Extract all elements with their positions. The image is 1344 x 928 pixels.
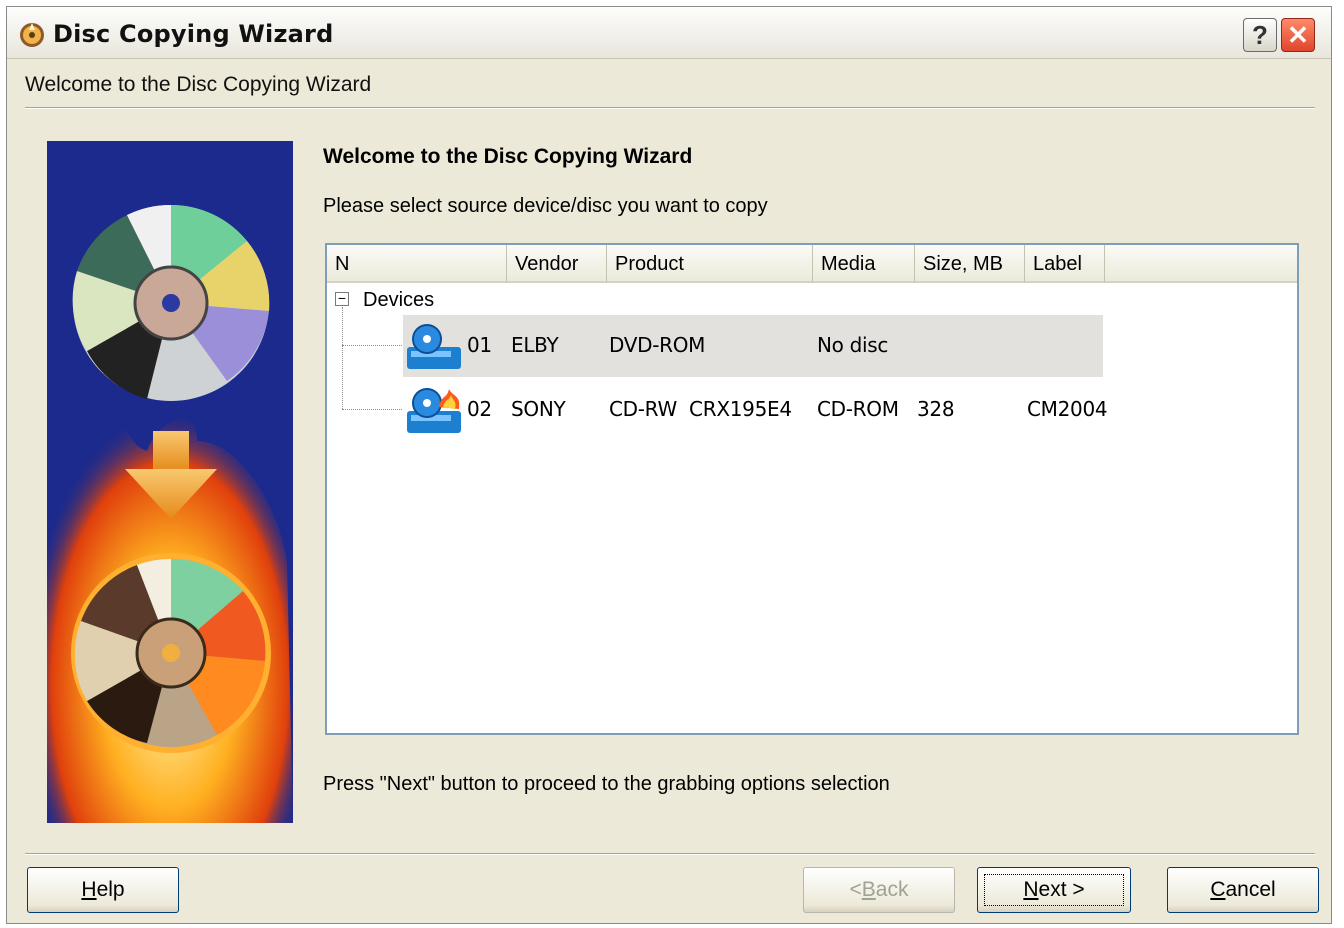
device-list[interactable]: N Vendor Product Media Size, MB Label − … [325,243,1299,735]
tree-line-branch-2 [342,409,402,410]
help-button-rest: elp [96,878,125,901]
target-disc-icon [71,553,271,753]
dvd-drive-icon [407,324,461,369]
cell-media: No disc [817,333,889,357]
question-icon: ? [1252,19,1268,50]
cell-size: 328 [917,397,955,421]
help-button-accel: H [81,878,97,901]
device-row[interactable]: 02 SONY CD-RW CRX195E4 CD-ROM 328 CM2004 [403,379,1108,441]
tree-line-branch-1 [342,345,402,346]
cell-label: CM2004 [1027,397,1108,421]
cell-product: DVD-ROM [609,333,706,357]
back-button[interactable]: < Back [803,867,955,913]
help-title-button[interactable]: ? [1243,18,1277,52]
column-header-media[interactable]: Media [813,245,915,283]
column-header-product[interactable]: Product [607,245,813,283]
cancel-button-accel: C [1210,878,1226,901]
wizard-window: Disc Copying Wizard ? ✕ Welcome to the D… [6,6,1332,924]
cancel-button[interactable]: Cancel [1167,867,1319,913]
back-button-accel: B [861,878,876,901]
column-header-size[interactable]: Size, MB [915,245,1025,283]
instruction-text: Please select source device/disc you wan… [323,195,768,217]
source-disc-icon [72,204,270,401]
top-divider [25,107,1315,109]
cd-writer-icon [407,388,461,433]
column-header-n[interactable]: N [327,245,507,283]
collapse-expander-icon[interactable]: − [335,291,349,306]
next-button-accel: N [1023,878,1039,901]
cell-vendor: ELBY [511,333,559,357]
disc-flame-app-icon [20,23,44,47]
tree-root-label: Devices [363,289,435,311]
wizard-side-image [47,141,293,823]
close-button[interactable]: ✕ [1281,18,1315,52]
cell-vendor: SONY [511,397,566,421]
tree-line-vertical [342,307,343,409]
window-title: Disc Copying Wizard [53,20,334,48]
column-header-filler [1105,245,1297,283]
cancel-button-rest: ancel [1225,878,1276,901]
bottom-divider [25,853,1315,855]
column-header-label[interactable]: Label [1025,245,1105,283]
back-button-prefix: < [849,878,862,901]
next-button[interactable]: Next > [977,867,1131,913]
device-row[interactable]: 01 ELBY DVD-ROM No disc [403,315,1103,377]
help-button[interactable]: Help [27,867,179,913]
footer-hint: Press "Next" button to proceed to the gr… [323,773,890,795]
cell-product: CD-RW CRX195E4 [609,397,792,421]
close-icon: ✕ [1287,19,1309,50]
cell-media: CD-ROM [817,397,899,421]
title-bar[interactable]: Disc Copying Wizard ? ✕ [7,7,1331,59]
wizard-subtitle: Welcome to the Disc Copying Wizard [25,73,372,96]
next-button-rest: ext > [1038,878,1085,901]
page-heading: Welcome to the Disc Copying Wizard [323,145,693,168]
disc-copy-illustration [47,204,293,823]
back-button-rest: ack [875,878,909,901]
column-header-vendor[interactable]: Vendor [507,245,607,283]
cell-n: 01 [467,333,492,357]
cell-n: 02 [467,397,492,421]
